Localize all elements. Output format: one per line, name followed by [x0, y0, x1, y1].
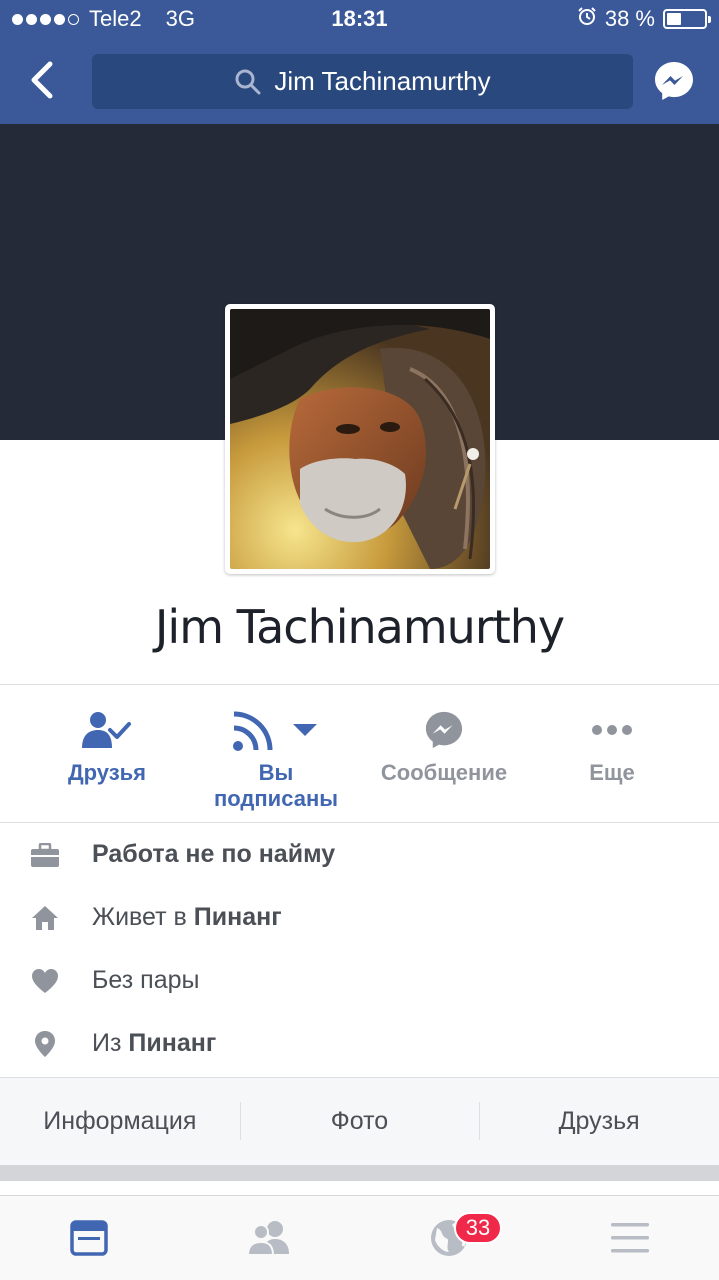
briefcase-icon [31, 842, 59, 867]
tab-friend-requests[interactable] [247, 1218, 291, 1258]
search-icon [235, 69, 261, 94]
friends-button[interactable]: Друзья [17, 700, 197, 786]
from-place: Пинанг [128, 1029, 217, 1057]
messenger-icon [655, 62, 693, 100]
notifications-badge: 33 [454, 1212, 502, 1244]
alarm-icon [577, 6, 597, 32]
relationship-text: Без пары [92, 966, 200, 994]
friends-label: Друзья [67, 760, 147, 785]
more-label: Еще [589, 760, 635, 785]
home-icon [32, 905, 58, 930]
info-work[interactable]: Работа не по найму [0, 823, 719, 886]
nav-bar: Jim Tachinamurthy [0, 40, 719, 124]
profile-picture-image [230, 309, 490, 569]
battery-fill [667, 13, 681, 25]
lives-prefix: Живет в [92, 903, 194, 931]
bottom-tab-bar [0, 1195, 719, 1280]
tab-friends[interactable]: Друзья [479, 1078, 719, 1165]
more-button[interactable]: Еще [522, 700, 702, 786]
heart-icon [32, 968, 58, 993]
tab-info[interactable]: Информация [0, 1078, 240, 1165]
from-prefix: Из [92, 1029, 129, 1057]
chevron-left-icon [31, 61, 53, 99]
more-dots-icon [592, 725, 632, 735]
profile-name: Jim Tachinamurthy [154, 600, 565, 654]
info-lives[interactable]: Живет в Пинанг [0, 886, 719, 949]
follow-button[interactable]: Вы подписаны [186, 700, 366, 812]
follow-label-line1: Вы [258, 760, 294, 785]
tab-photos[interactable]: Фото [239, 1078, 480, 1165]
work-text: Работа не по найму [92, 840, 336, 868]
info-from[interactable]: Из Пинанг [0, 1012, 719, 1075]
rss-follow-icon [233, 711, 273, 751]
follow-label-line2: подписаны [213, 786, 339, 811]
back-button[interactable] [22, 58, 66, 102]
status-right: 38 % [577, 6, 711, 32]
battery-icon [663, 9, 711, 29]
friends-check-icon [82, 712, 131, 748]
divider [0, 684, 719, 685]
section-separator [0, 1165, 719, 1181]
status-bar: Tele2 3G 18:31 38 % [0, 0, 719, 40]
message-button[interactable]: Сообщение [354, 700, 534, 786]
location-pin-icon [35, 1030, 55, 1057]
friends-icon [247, 1221, 289, 1256]
messenger-button[interactable] [653, 60, 695, 102]
profile-tabs: Информация Фото Друзья [0, 1077, 719, 1165]
profile-actions: Друзья Вы подписаны Сообщение Еще [0, 700, 719, 822]
message-label: Сообщение [380, 760, 508, 785]
info-relationship[interactable]: Без пары [0, 949, 719, 1012]
tab-news-feed[interactable] [67, 1218, 111, 1258]
hamburger-menu-icon [611, 1223, 649, 1253]
search-text: Jim Tachinamurthy [274, 66, 491, 96]
messenger-icon [425, 711, 463, 749]
tab-menu[interactable] [608, 1218, 652, 1258]
profile-photo[interactable] [225, 304, 495, 574]
lives-place: Пинанг [193, 903, 282, 931]
chevron-down-icon [293, 724, 317, 736]
search-field[interactable]: Jim Tachinamurthy [92, 54, 633, 109]
news-feed-icon [70, 1220, 108, 1256]
battery-percent: 38 % [604, 6, 655, 31]
